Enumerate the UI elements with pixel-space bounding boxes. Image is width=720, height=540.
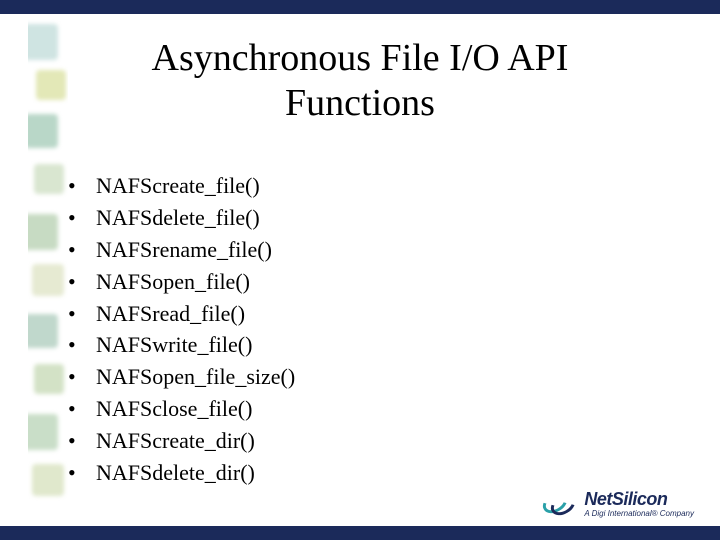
- function-name: NAFScreate_file(): [96, 173, 260, 198]
- list-item: NAFSrename_file(): [68, 234, 680, 266]
- function-name: NAFSrename_file(): [96, 237, 272, 262]
- function-list: NAFScreate_file() NAFSdelete_file() NAFS…: [68, 170, 680, 489]
- logo-brand-name: NetSilicon: [584, 490, 694, 508]
- function-name: NAFSdelete_file(): [96, 205, 260, 230]
- list-item: NAFScreate_file(): [68, 170, 680, 202]
- function-name: NAFSwrite_file(): [96, 332, 252, 357]
- slide-title: Asynchronous File I/O API Functions: [0, 36, 720, 126]
- title-line-1: Asynchronous File I/O API: [152, 37, 569, 79]
- function-name: NAFSread_file(): [96, 301, 245, 326]
- list-item: NAFSwrite_file(): [68, 329, 680, 361]
- list-item: NAFSread_file(): [68, 298, 680, 330]
- bottom-accent-bar: [0, 526, 720, 540]
- slide-body: NAFScreate_file() NAFSdelete_file() NAFS…: [68, 170, 680, 489]
- function-name: NAFSopen_file_size(): [96, 364, 295, 389]
- logo-brand-prefix: Net: [584, 489, 612, 509]
- list-item: NAFSopen_file(): [68, 266, 680, 298]
- logo-text: NetSilicon A Digi International® Company: [584, 490, 694, 518]
- top-accent-bar: [0, 0, 720, 14]
- function-name: NAFSclose_file(): [96, 396, 252, 421]
- logo-brand-suffix: Silicon: [612, 489, 668, 509]
- title-line-2: Functions: [285, 82, 435, 124]
- function-name: NAFScreate_dir(): [96, 428, 255, 453]
- function-name: NAFSopen_file(): [96, 269, 250, 294]
- function-name: NAFSdelete_dir(): [96, 460, 255, 485]
- list-item: NAFSdelete_dir(): [68, 457, 680, 489]
- list-item: NAFSdelete_file(): [68, 202, 680, 234]
- logo-icon: [542, 492, 576, 516]
- list-item: NAFSclose_file(): [68, 393, 680, 425]
- logo-tagline: A Digi International® Company: [584, 510, 694, 518]
- list-item: NAFSopen_file_size(): [68, 361, 680, 393]
- brand-logo: NetSilicon A Digi International® Company: [542, 490, 694, 518]
- list-item: NAFScreate_dir(): [68, 425, 680, 457]
